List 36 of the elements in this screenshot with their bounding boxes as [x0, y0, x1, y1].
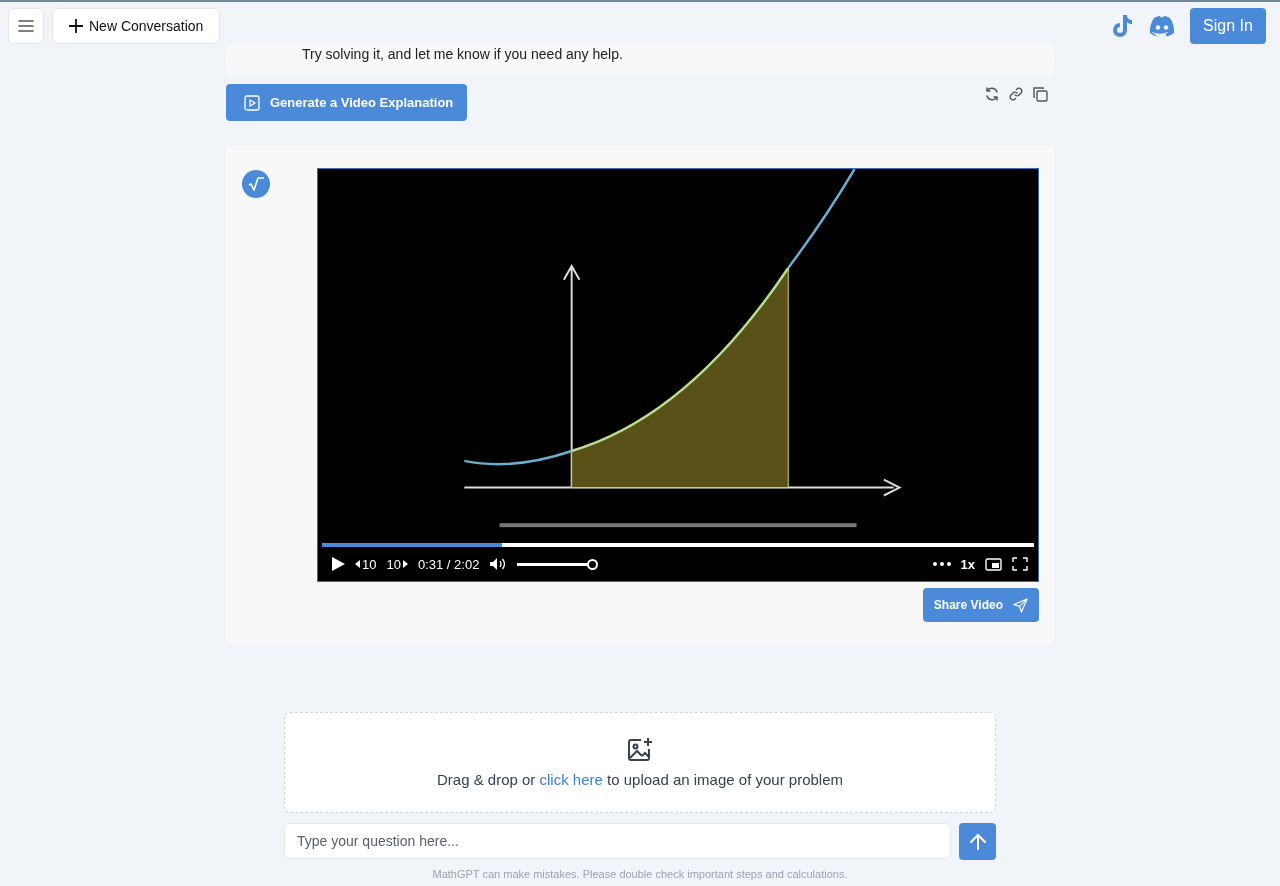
video-time: 0:31 / 2:02: [417, 556, 480, 572]
image-upload-area[interactable]: Drag & drop or click here to upload an image of your problem: [284, 712, 996, 813]
play-icon: [244, 94, 260, 111]
progress-bar[interactable]: [322, 543, 1034, 547]
upload-link[interactable]: click here: [539, 771, 603, 788]
arrow-up-icon: [968, 832, 987, 851]
generate-video-button[interactable]: Generate a Video Explanation: [226, 84, 468, 121]
question-input[interactable]: Type your question here...: [284, 823, 951, 859]
skip-back-button[interactable]: 10: [355, 556, 377, 572]
menu-icon: [18, 19, 34, 33]
link-icon[interactable]: [1008, 86, 1024, 102]
play-icon[interactable]: [331, 557, 345, 571]
picture-in-picture-icon[interactable]: [985, 557, 1002, 571]
copy-icon[interactable]: [1032, 86, 1048, 102]
send-icon: [1013, 597, 1028, 613]
add-image-icon: [627, 737, 653, 763]
skip-forward-button[interactable]: 10: [386, 556, 408, 572]
caret-right-icon: [402, 560, 408, 568]
playback-speed-button[interactable]: 1x: [960, 556, 975, 572]
fullscreen-icon[interactable]: [1012, 557, 1028, 571]
message-text: Try solving it, and let me know if you need any help.: [302, 46, 624, 62]
volume-icon[interactable]: [489, 557, 508, 571]
musical-note-icon[interactable]: [1112, 14, 1134, 38]
gamepad-face-icon[interactable]: [1148, 15, 1176, 37]
new-conversation-button[interactable]: New Conversation: [52, 8, 221, 44]
send-button[interactable]: [959, 823, 996, 860]
plus-icon: [69, 19, 83, 33]
disclaimer: MathGPT can make mistakes. Please double check important steps and calculations.: [431, 868, 849, 880]
menu-button[interactable]: [8, 8, 44, 44]
upload-instructions: Drag & drop or click here to upload an image of your problem: [436, 771, 844, 788]
square-root-avatar-icon: [242, 170, 270, 198]
caret-left-icon: [355, 560, 360, 568]
sign-in-button[interactable]: Sign In: [1190, 8, 1266, 44]
share-video-button[interactable]: Share Video: [922, 588, 1039, 622]
more-icon[interactable]: [932, 562, 951, 566]
refresh-icon[interactable]: [984, 86, 1000, 102]
